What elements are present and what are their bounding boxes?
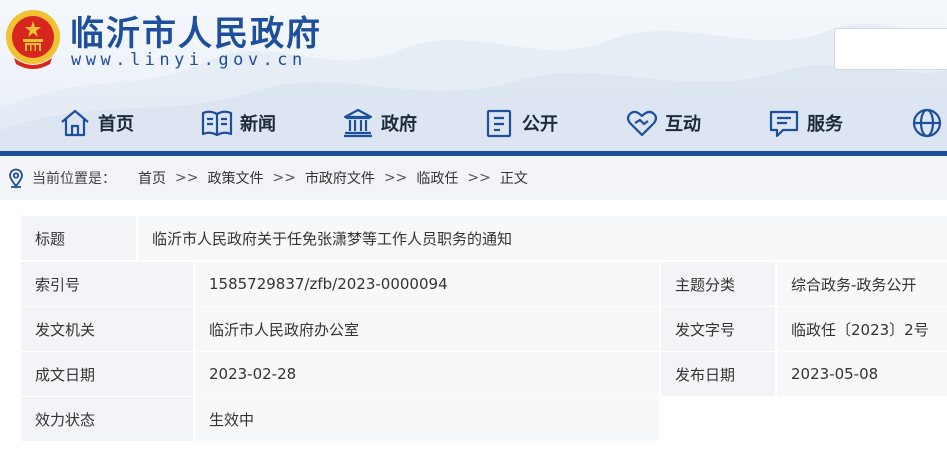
title-value: 临沂市人民政府关于任免张潇梦等工作人员职务的通知 — [138, 216, 947, 260]
site-title: 临沂市人民政府 — [70, 14, 322, 54]
breadcrumb-municipal-documents[interactable]: 市政府文件 — [305, 168, 375, 188]
nav-label-interaction: 互动 — [665, 114, 701, 135]
news-icon — [201, 110, 233, 137]
topic-key: 主题分类 — [661, 262, 775, 306]
pubdate-value: 2023-05-08 — [777, 352, 947, 396]
title-key: 标题 — [21, 216, 136, 260]
nav-item-disclosure[interactable]: 公开 — [482, 100, 558, 146]
date-key: 成文日期 — [21, 352, 193, 396]
nav-label-government: 政府 — [381, 114, 417, 135]
nav-item-globe[interactable] — [910, 100, 944, 146]
site-header: 临沂市人民政府 www.linyi.gov.cn 首页 新闻 政府 公开 互动 … — [0, 0, 947, 151]
nav-item-interaction[interactable]: 互动 — [625, 100, 701, 146]
main-nav: 首页 新闻 政府 公开 互动 服务 — [0, 100, 947, 146]
nav-item-home[interactable]: 首页 — [58, 100, 134, 146]
nav-item-news[interactable]: 新闻 — [200, 100, 276, 146]
government-building-icon — [343, 108, 373, 138]
breadcrumb-policy-documents[interactable]: 政策文件 — [207, 168, 263, 188]
breadcrumb-separator: >> — [175, 170, 199, 186]
breadcrumb-lin-zheng-ren[interactable]: 临政任 — [416, 168, 458, 188]
breadcrumb-separator: >> — [467, 170, 491, 186]
location-pin-icon — [9, 168, 23, 188]
pubdate-key: 发布日期 — [661, 352, 775, 396]
breadcrumb-home[interactable]: 首页 — [138, 168, 166, 188]
status-key: 效力状态 — [21, 397, 193, 441]
globe-icon — [912, 108, 942, 138]
breadcrumb-prefix: 当前位置是： — [32, 171, 116, 187]
search-input[interactable] — [834, 28, 947, 70]
index-key: 索引号 — [21, 262, 193, 306]
topic-value: 综合政务-政务公开 — [777, 262, 947, 306]
breadcrumb-separator: >> — [272, 170, 296, 186]
site-url: www.linyi.gov.cn — [71, 50, 307, 70]
status-value: 生效中 — [195, 397, 659, 441]
disclosure-document-icon — [486, 109, 512, 138]
docno-value: 临政任〔2023〕2号 — [777, 307, 947, 351]
issuer-key: 发文机关 — [21, 307, 193, 351]
breadcrumb: 当前位置是： 首页 >> 政策文件 >> 市政府文件 >> 临政任 >> 正文 — [0, 156, 947, 200]
breadcrumb-separator: >> — [383, 170, 408, 186]
nav-item-government[interactable]: 政府 — [341, 100, 417, 146]
nav-label-news: 新闻 — [240, 114, 276, 135]
docno-key: 发文字号 — [661, 307, 775, 351]
nav-label-home: 首页 — [98, 114, 134, 135]
nav-item-service[interactable]: 服务 — [767, 100, 843, 146]
index-value: 1585729837/zfb/2023-0000094 — [195, 262, 659, 306]
interaction-heart-icon — [626, 110, 658, 137]
nav-label-disclosure: 公开 — [522, 114, 558, 135]
breadcrumb-current[interactable]: 正文 — [500, 168, 528, 188]
home-icon — [61, 109, 89, 137]
issuer-value: 临沂市人民政府办公室 — [195, 307, 659, 351]
national-emblem-logo — [6, 10, 60, 69]
date-value: 2023-02-28 — [195, 352, 659, 396]
service-chat-icon — [769, 110, 799, 138]
nav-label-service: 服务 — [807, 114, 843, 135]
